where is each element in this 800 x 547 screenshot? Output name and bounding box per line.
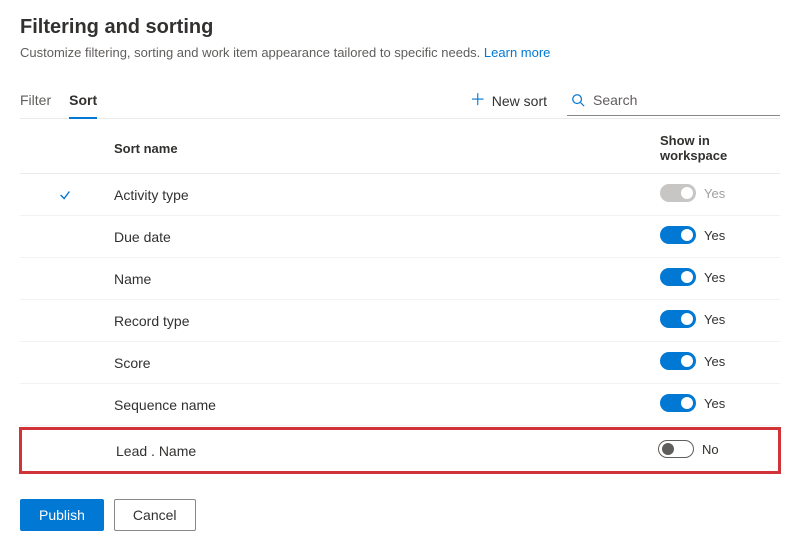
row-name: Due date: [110, 229, 660, 245]
page-title: Filtering and sorting: [20, 16, 780, 39]
row-name: Lead . Name: [112, 443, 658, 459]
row-name: Activity type: [110, 187, 660, 203]
row-toggle-cell: Yes: [660, 184, 780, 205]
tab-filter[interactable]: Filter: [20, 84, 51, 118]
toggle-label: Yes: [704, 186, 725, 201]
row-toggle-cell: Yes: [660, 394, 780, 415]
toggle-track: [658, 440, 694, 458]
toggle-knob: [681, 229, 693, 241]
show-in-workspace-toggle[interactable]: Yes: [660, 352, 725, 370]
plus-icon: ＋: [470, 93, 486, 109]
row-name: Record type: [110, 313, 660, 329]
search-input[interactable]: [591, 91, 776, 109]
table-row[interactable]: Sequence name Yes: [20, 384, 780, 426]
show-in-workspace-toggle[interactable]: Yes: [660, 310, 725, 328]
toolbar: Filter Sort ＋ New sort: [20, 84, 780, 119]
show-in-workspace-toggle: Yes: [660, 184, 725, 202]
toggle-label: Yes: [704, 270, 725, 285]
row-toggle-cell: Yes: [660, 310, 780, 331]
toggle-track: [660, 310, 696, 328]
toggle-track: [660, 226, 696, 244]
toggle-knob: [681, 355, 693, 367]
toggle-label: Yes: [704, 354, 725, 369]
row-name: Sequence name: [110, 397, 660, 413]
new-sort-label: New sort: [492, 93, 547, 109]
page-subtitle: Customize filtering, sorting and work it…: [20, 45, 780, 60]
search-icon: [571, 93, 585, 107]
toggle-label: Yes: [704, 228, 725, 243]
toggle-track: [660, 184, 696, 202]
subtitle-text: Customize filtering, sorting and work it…: [20, 45, 480, 60]
toggle-knob: [681, 187, 693, 199]
row-toggle-cell: Yes: [660, 268, 780, 289]
show-in-workspace-toggle[interactable]: Yes: [660, 226, 725, 244]
tab-sort[interactable]: Sort: [69, 84, 97, 118]
learn-more-link[interactable]: Learn more: [484, 45, 550, 60]
column-sort-name: Sort name: [110, 141, 660, 156]
check-icon: [58, 188, 72, 202]
toggle-label: No: [702, 442, 719, 457]
toggle-knob: [662, 443, 674, 455]
toggle-track: [660, 394, 696, 412]
toggle-knob: [681, 271, 693, 283]
publish-button[interactable]: Publish: [20, 499, 104, 531]
toggle-knob: [681, 397, 693, 409]
table-row[interactable]: Due date Yes: [20, 216, 780, 258]
toolbar-right: ＋ New sort: [466, 87, 780, 116]
table-row[interactable]: Lead . Name No: [20, 428, 780, 473]
toggle-label: Yes: [704, 312, 725, 327]
toggle-track: [660, 268, 696, 286]
table-row[interactable]: Activity type Yes: [20, 174, 780, 216]
cancel-button[interactable]: Cancel: [114, 499, 196, 531]
show-in-workspace-toggle[interactable]: No: [658, 440, 719, 458]
row-check: [20, 188, 110, 202]
row-name: Score: [110, 355, 660, 371]
column-show-in-workspace: Show in workspace: [660, 133, 780, 163]
toggle-label: Yes: [704, 396, 725, 411]
table-row[interactable]: Score Yes: [20, 342, 780, 384]
toggle-knob: [681, 313, 693, 325]
search-box[interactable]: [567, 87, 780, 116]
show-in-workspace-toggle[interactable]: Yes: [660, 394, 725, 412]
new-sort-button[interactable]: ＋ New sort: [466, 87, 551, 115]
row-toggle-cell: Yes: [660, 352, 780, 373]
show-in-workspace-toggle[interactable]: Yes: [660, 268, 725, 286]
row-toggle-cell: No: [658, 440, 778, 461]
sort-rows: Activity typeYesDue dateYesNameYesRecord…: [20, 174, 780, 473]
row-name: Name: [110, 271, 660, 287]
table-row[interactable]: Record type Yes: [20, 300, 780, 342]
table-header: Sort name Show in workspace: [20, 119, 780, 174]
table-row[interactable]: Name Yes: [20, 258, 780, 300]
toggle-track: [660, 352, 696, 370]
footer: Publish Cancel: [20, 499, 780, 531]
row-toggle-cell: Yes: [660, 226, 780, 247]
tabs: Filter Sort: [20, 84, 97, 118]
